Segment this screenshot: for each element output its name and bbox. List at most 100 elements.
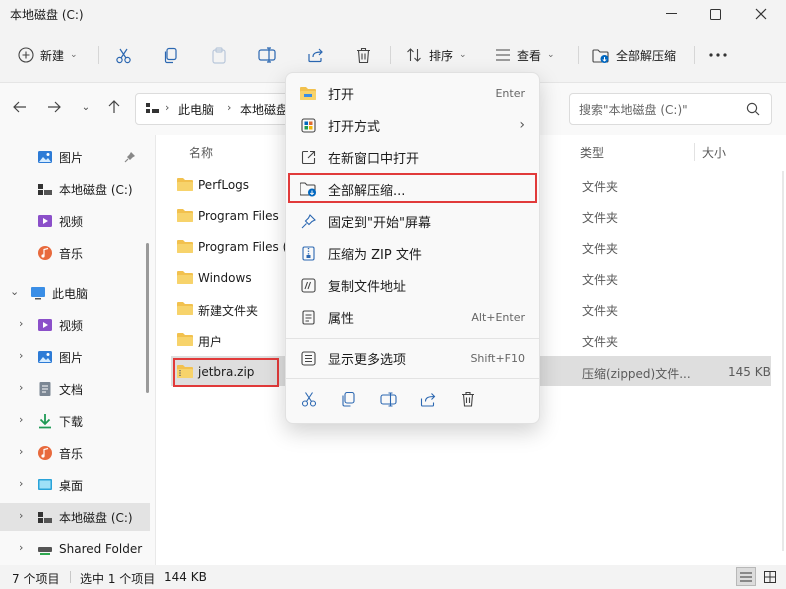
chevron-down-icon: ⌄ (70, 50, 78, 60)
file-name: PerfLogs (198, 178, 250, 192)
menu-item-label: 压缩为 ZIP 文件 (328, 247, 422, 263)
open-with-icon (300, 117, 316, 133)
menu-item-open-with[interactable]: 打开方式 › (290, 110, 535, 140)
menu-item-compress-zip[interactable]: 压缩为 ZIP 文件 (290, 238, 535, 268)
properties-icon (301, 309, 315, 325)
close-button[interactable] (738, 0, 784, 28)
new-button[interactable]: 新建 ⌄ (18, 40, 78, 70)
sidebar-item-label: 音乐 (59, 246, 84, 261)
sidebar-item-label: 本地磁盘 (C:) (59, 182, 133, 197)
search-box[interactable]: 搜索"本地磁盘 (C:)" (569, 93, 772, 125)
videos-icon (38, 319, 52, 331)
menu-item-pin-start[interactable]: 固定到"开始"屏幕 (290, 206, 535, 236)
sidebar-item-label: 视频 (59, 318, 84, 333)
quick-copy-button[interactable] (336, 387, 360, 411)
menu-item-label: 复制文件地址 (328, 279, 407, 295)
chevron-down-icon: ⌄ (81, 101, 91, 113)
recent-locations-button[interactable]: ⌄ (74, 95, 98, 119)
toolbar-divider (578, 46, 579, 64)
file-type: 文件夹 (582, 180, 619, 194)
chevron-right-icon[interactable]: › (19, 541, 23, 554)
toolbar-divider (98, 46, 99, 64)
arrow-left-icon (13, 101, 26, 113)
chevron-right-icon[interactable]: › (19, 509, 23, 522)
rename-button[interactable] (258, 40, 276, 70)
view-button[interactable]: 查看 ⌄ (495, 40, 555, 70)
menu-item-show-more[interactable]: 显示更多选项 Shift+F10 (290, 343, 535, 373)
copy-path-icon (300, 277, 316, 293)
pin-icon (301, 213, 316, 228)
music-icon (38, 446, 52, 460)
maximize-button[interactable] (692, 0, 738, 28)
menu-item-open-new-window[interactable]: 在新窗口中打开 (290, 142, 535, 172)
toolbar-divider (390, 46, 391, 64)
minimize-button[interactable] (648, 0, 694, 28)
quick-delete-button[interactable] (456, 387, 480, 411)
menu-item-properties[interactable]: 属性 Alt+Enter (290, 302, 535, 332)
sort-icon (407, 48, 421, 62)
sort-button[interactable]: 排序 ⌄ (406, 40, 467, 70)
context-menu: 打开 Enter 打开方式 › 在新窗口中打开 全部解压缩... 固定到"开始"… (285, 72, 540, 424)
extract-all-button[interactable]: 全部解压缩 (592, 40, 676, 70)
delete-button[interactable] (356, 40, 371, 70)
chevron-down-icon[interactable]: ⌄ (10, 285, 19, 298)
sidebar-item-local-disk[interactable]: › 本地磁盘 (C:) (0, 503, 150, 531)
minimize-icon (665, 13, 677, 14)
copy-icon (164, 47, 177, 63)
column-header-name[interactable]: 名称 (189, 144, 213, 161)
column-header-size[interactable]: 大小 (702, 144, 726, 161)
search-input[interactable]: 搜索"本地磁盘 (C:)" (579, 101, 688, 118)
selected-size: 144 KB (164, 570, 207, 584)
menu-item-copy-path[interactable]: 复制文件地址 (290, 270, 535, 300)
details-view-button[interactable] (736, 567, 756, 586)
more-options-button[interactable] (709, 40, 727, 70)
drive-icon (38, 512, 52, 523)
chevron-right-icon[interactable]: › (19, 317, 23, 330)
scissors-icon (116, 48, 131, 63)
chevron-right-icon[interactable]: › (19, 413, 23, 426)
column-header-type[interactable]: 类型 (580, 144, 604, 161)
chevron-right-icon[interactable]: › (19, 477, 23, 490)
view-icon (496, 49, 510, 61)
copy-button[interactable] (163, 40, 179, 70)
videos-icon (38, 215, 52, 227)
paste-button[interactable] (211, 40, 227, 70)
file-type: 压缩(zipped)文件... (582, 367, 691, 381)
back-button[interactable] (8, 95, 32, 119)
sidebar-item-label: 音乐 (59, 446, 84, 461)
chevron-right-icon[interactable]: › (19, 349, 23, 362)
folder-icon (177, 271, 193, 284)
sidebar-scrollbar[interactable] (146, 243, 149, 393)
forward-button[interactable] (42, 95, 66, 119)
copy-icon (341, 391, 355, 407)
breadcrumb-separator: › (227, 101, 232, 114)
chevron-right-icon[interactable]: › (19, 381, 23, 394)
menu-item-open[interactable]: 打开 Enter (290, 78, 535, 108)
menu-item-label: 打开 (328, 87, 355, 103)
sidebar-item-this-pc[interactable]: ⌄ 此电脑 (0, 279, 180, 307)
column-divider[interactable] (694, 143, 695, 161)
share-icon (308, 48, 323, 63)
search-icon (746, 102, 760, 116)
file-name: Program Files ( (198, 240, 288, 254)
trash-icon (462, 391, 474, 407)
selected-count: 选中 1 个项目 (80, 572, 156, 586)
tiles-view-button[interactable] (760, 567, 780, 586)
cut-button[interactable] (115, 40, 132, 70)
chevron-right-icon[interactable]: › (19, 445, 23, 458)
file-size: 145 KB (728, 365, 771, 379)
list-scrollbar-track[interactable] (782, 171, 784, 551)
share-button[interactable] (307, 40, 324, 70)
quick-rename-button[interactable] (376, 387, 400, 411)
menu-item-label: 打开方式 (328, 119, 381, 135)
up-button[interactable] (102, 95, 126, 119)
pin-icon[interactable] (124, 151, 136, 163)
breadcrumb-this-pc[interactable]: 此电脑 (178, 101, 214, 118)
chevron-down-icon: ⌄ (547, 50, 555, 60)
quick-cut-button[interactable] (297, 387, 321, 411)
highlight-box-zip (173, 358, 279, 387)
sidebar-item-label: 文档 (59, 382, 84, 397)
quick-share-button[interactable] (416, 387, 440, 411)
monitor-icon (31, 287, 45, 300)
sort-label: 排序 (429, 48, 454, 63)
